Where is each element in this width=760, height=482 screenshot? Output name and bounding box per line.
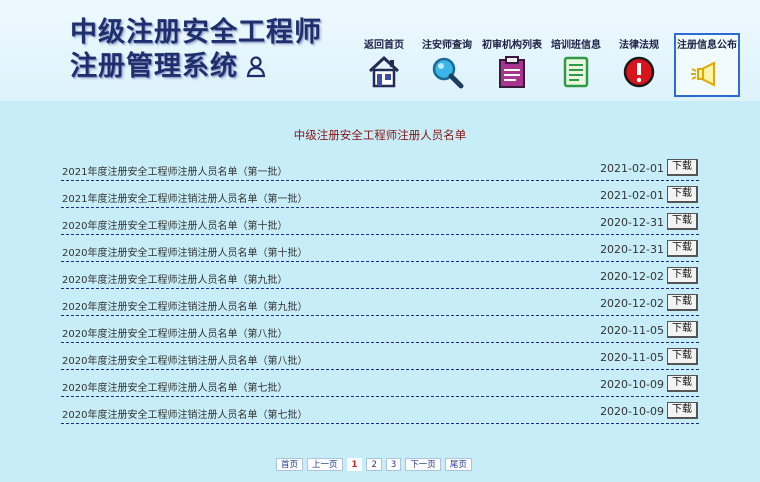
nav-agency-list[interactable]: 初审机构列表 <box>480 0 544 101</box>
list-item-date: 2021-02-01 <box>600 162 664 175</box>
nav-laws[interactable]: 法律法规 <box>610 0 668 101</box>
list-item: 2020年度注册安全工程师注册人员名单（第八批） 2020-11-05 下载 <box>61 316 699 343</box>
site-logo[interactable]: 中级注册安全工程师 注册管理系统 <box>70 16 322 84</box>
list-item-date: 2021-02-01 <box>600 189 664 202</box>
document-icon <box>563 56 589 88</box>
list-item-name[interactable]: 2020年度注册安全工程师注册人员名单（第十批） <box>62 217 287 232</box>
list-item-name[interactable]: 2020年度注册安全工程师注销注册人员名单（第九批） <box>62 298 307 313</box>
megaphone-icon <box>691 61 715 87</box>
list-item-date: 2020-12-02 <box>600 297 664 310</box>
nav-engineer-query[interactable]: 注安师查询 <box>416 0 478 101</box>
registration-list: 2021年度注册安全工程师注册人员名单（第一批） 2021-02-01 下载 2… <box>61 154 699 424</box>
list-item-date: 2020-10-09 <box>600 405 664 418</box>
list-item-name[interactable]: 2020年度注册安全工程师注销注册人员名单（第十批） <box>62 244 307 259</box>
list-item-name[interactable]: 2020年度注册安全工程师注销注册人员名单（第七批） <box>62 406 307 421</box>
list-item-name[interactable]: 2021年度注册安全工程师注册人员名单（第一批） <box>62 163 287 178</box>
list-item: 2020年度注册安全工程师注销注册人员名单（第八批） 2020-11-05 下载 <box>61 343 699 370</box>
download-button[interactable]: 下载 <box>667 375 698 392</box>
download-button[interactable]: 下载 <box>667 321 698 338</box>
clipboard-icon <box>499 56 525 88</box>
logo-title-line2: 注册管理系统 <box>70 51 238 82</box>
last-page-button[interactable]: 尾页 <box>444 458 472 471</box>
prev-page-button[interactable]: 上一页 <box>307 458 343 471</box>
download-button[interactable]: 下载 <box>667 294 698 311</box>
nav-registration-notice[interactable]: 注册信息公布 <box>674 33 740 97</box>
alert-icon <box>623 56 655 88</box>
nav-laws-label: 法律法规 <box>619 40 659 51</box>
download-button[interactable]: 下载 <box>667 402 698 419</box>
house-icon <box>368 55 400 88</box>
pagination: 首页 上一页 1 2 3 下一页 尾页 <box>276 458 472 471</box>
page-3-button[interactable]: 3 <box>385 458 402 471</box>
nav-training-info[interactable]: 培训班信息 <box>546 0 606 101</box>
download-button[interactable]: 下载 <box>667 240 698 257</box>
list-item-date: 2020-12-31 <box>600 216 664 229</box>
list-item-date: 2020-11-05 <box>600 351 664 364</box>
list-item: 2020年度注册安全工程师注册人员名单（第七批） 2020-10-09 下载 <box>61 370 699 397</box>
download-button[interactable]: 下载 <box>667 159 698 176</box>
list-item: 2020年度注册安全工程师注销注册人员名单（第九批） 2020-12-02 下载 <box>61 289 699 316</box>
magnifier-icon <box>432 57 464 89</box>
list-item-date: 2020-10-09 <box>600 378 664 391</box>
page-2-button[interactable]: 2 <box>366 458 382 471</box>
user-icon <box>246 56 266 78</box>
download-button[interactable]: 下载 <box>667 213 698 230</box>
nav-agency-list-label: 初审机构列表 <box>482 40 542 51</box>
download-button[interactable]: 下载 <box>667 348 698 365</box>
list-item-name[interactable]: 2020年度注册安全工程师注册人员名单（第九批） <box>62 271 287 286</box>
nav-engineer-query-label: 注安师查询 <box>422 40 472 51</box>
list-item: 2021年度注册安全工程师注销注册人员名单（第一批） 2021-02-01 下载 <box>61 181 699 208</box>
list-item-name[interactable]: 2021年度注册安全工程师注销注册人员名单（第一批） <box>62 190 307 205</box>
nav-home-label: 返回首页 <box>364 40 404 51</box>
list-title: 中级注册安全工程师注册人员名单 <box>293 128 467 142</box>
list-item-date: 2020-11-05 <box>600 324 664 337</box>
download-button[interactable]: 下载 <box>667 186 698 203</box>
nav-home[interactable]: 返回首页 <box>356 0 412 101</box>
nav-registration-notice-label: 注册信息公布 <box>677 40 737 51</box>
list-item-name[interactable]: 2020年度注册安全工程师注册人员名单（第七批） <box>62 379 287 394</box>
header: 中级注册安全工程师 注册管理系统 返回首页 注安师查询 初审机构列表 培训班信息… <box>0 0 760 101</box>
list-item-date: 2020-12-31 <box>600 243 664 256</box>
logo-title-line1: 中级注册安全工程师 <box>70 17 322 48</box>
nav-training-info-label: 培训班信息 <box>551 40 601 51</box>
list-item-date: 2020-12-02 <box>600 270 664 283</box>
first-page-button[interactable]: 首页 <box>276 458 304 471</box>
download-button[interactable]: 下载 <box>667 267 698 284</box>
page-1-button[interactable]: 1 <box>346 458 363 471</box>
list-item: 2020年度注册安全工程师注销注册人员名单（第十批） 2020-12-31 下载 <box>61 235 699 262</box>
list-item: 2020年度注册安全工程师注册人员名单（第九批） 2020-12-02 下载 <box>61 262 699 289</box>
list-item: 2020年度注册安全工程师注册人员名单（第十批） 2020-12-31 下载 <box>61 208 699 235</box>
list-item-name[interactable]: 2020年度注册安全工程师注销注册人员名单（第八批） <box>62 352 307 367</box>
list-item: 2020年度注册安全工程师注销注册人员名单（第七批） 2020-10-09 下载 <box>61 397 699 424</box>
list-item-name[interactable]: 2020年度注册安全工程师注册人员名单（第八批） <box>62 325 287 340</box>
list-item: 2021年度注册安全工程师注册人员名单（第一批） 2021-02-01 下载 <box>61 154 699 181</box>
next-page-button[interactable]: 下一页 <box>405 458 441 471</box>
